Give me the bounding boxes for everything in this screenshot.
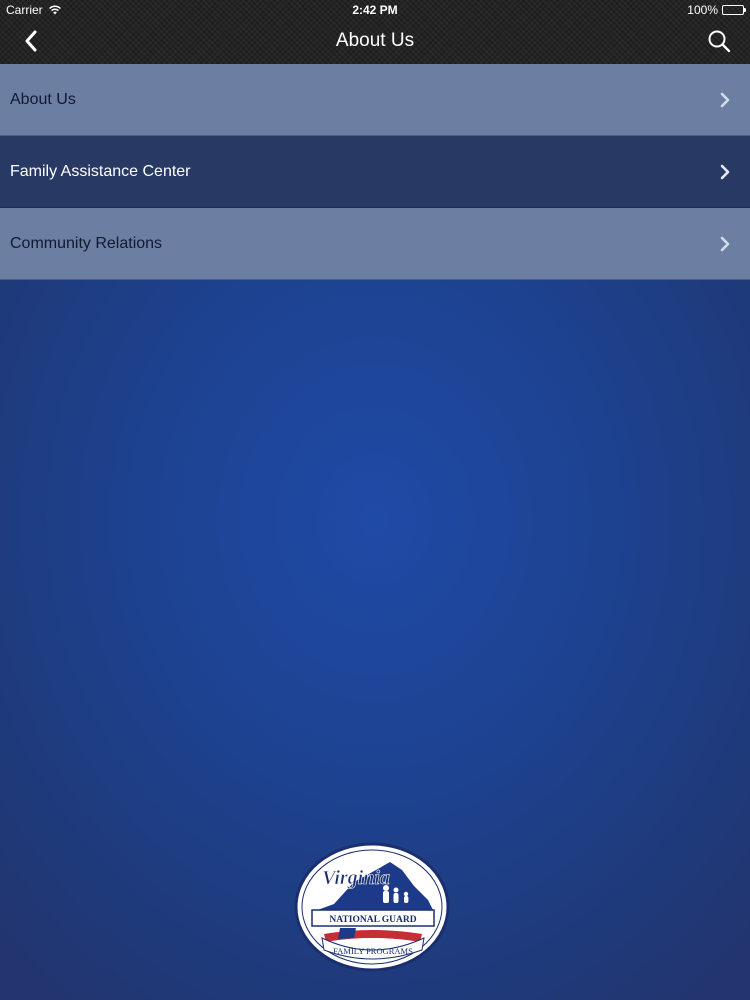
menu-item-community-relations[interactable]: Community Relations bbox=[0, 208, 750, 280]
menu-item-label: Community Relations bbox=[10, 234, 163, 252]
logo-bottom-text: FAMILY PROGRAMS bbox=[333, 946, 413, 956]
menu-item-label: Family Assistance Center bbox=[10, 162, 191, 180]
page-title: About Us bbox=[335, 30, 415, 51]
chevron-right-icon bbox=[720, 164, 730, 180]
menu-item-family-assistance-center[interactable]: Family Assistance Center bbox=[0, 136, 750, 208]
chevron-right-icon bbox=[720, 236, 730, 252]
status-bar: Carrier 2:42 PM 100% bbox=[0, 0, 750, 20]
chevron-right-icon bbox=[720, 92, 730, 108]
logo-top-text: Virginia bbox=[322, 867, 390, 889]
navigation-bar: About Us bbox=[0, 20, 750, 64]
battery-icon bbox=[722, 5, 746, 15]
menu-list: About Us Family Assistance Center Commun… bbox=[0, 64, 750, 280]
menu-item-about-us[interactable]: About Us bbox=[0, 64, 750, 136]
top-bar: Carrier 2:42 PM 100% About Us bbox=[0, 0, 750, 65]
about-us-screen: Carrier 2:42 PM 100% About Us About Us F… bbox=[0, 0, 750, 1000]
virginia-national-guard-family-programs-logo: Virginia NATIONAL GUARD FAMILY PROGRAMS bbox=[294, 842, 450, 972]
battery-indicator: 100% bbox=[687, 3, 746, 17]
menu-item-label: About Us bbox=[10, 90, 76, 108]
search-button[interactable] bbox=[702, 26, 736, 56]
battery-percent: 100% bbox=[687, 3, 718, 17]
clock: 2:42 PM bbox=[352, 3, 398, 17]
logo-band-text: NATIONAL GUARD bbox=[329, 915, 416, 925]
search-icon bbox=[708, 30, 731, 53]
